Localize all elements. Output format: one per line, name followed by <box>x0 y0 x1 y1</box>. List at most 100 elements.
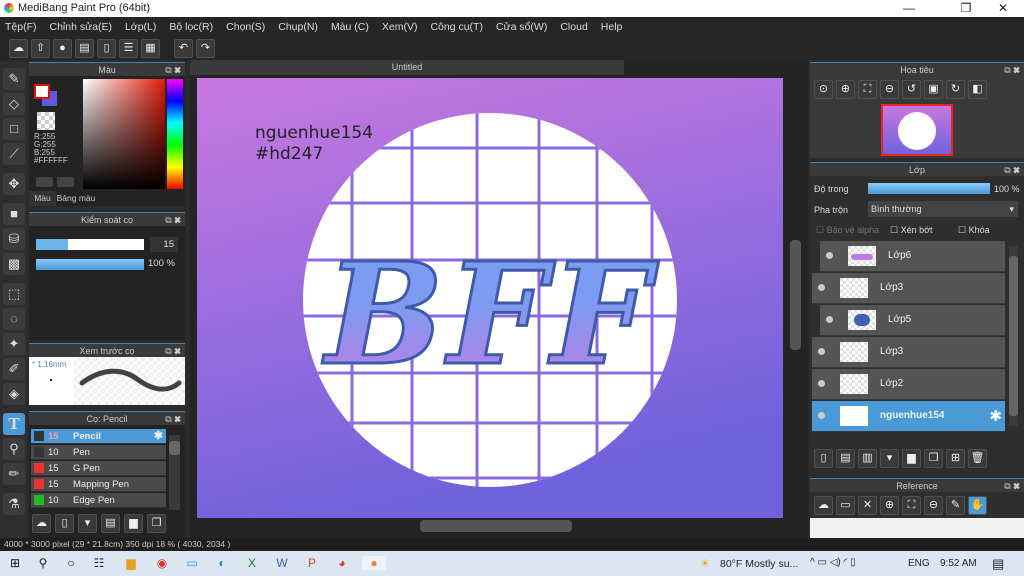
eye-icon[interactable] <box>818 380 825 387</box>
hand-icon[interactable]: ✋ <box>968 496 987 515</box>
eye-icon[interactable] <box>818 284 825 291</box>
menu-snap[interactable]: Chụp(N) <box>278 21 318 33</box>
message-icon[interactable]: ▤ <box>75 39 94 58</box>
select-eraser-icon[interactable]: ◈ <box>3 383 25 405</box>
protect-alpha-checkbox[interactable]: ☐ Bảo vệ alpha <box>816 225 879 236</box>
move-tool-icon[interactable]: ✥ <box>3 173 25 195</box>
cortana-icon[interactable]: ○ <box>64 556 78 570</box>
fit-icon[interactable]: ⛶ <box>858 80 877 99</box>
layer-item[interactable]: Lớp3 <box>812 337 1005 368</box>
menu-view[interactable]: Xem(V) <box>382 21 418 33</box>
close-icon[interactable]: ⧉ ✖ <box>165 63 181 77</box>
gear-icon[interactable]: ✱ <box>154 429 163 442</box>
palette-icon[interactable] <box>36 177 53 187</box>
duplicate-icon[interactable]: ❐ <box>147 514 166 533</box>
close-button[interactable]: ✕ <box>980 0 1024 17</box>
medibang-taskbar-icon[interactable]: ● <box>362 556 386 570</box>
new-halftone-layer-icon[interactable]: ▤ <box>836 449 855 468</box>
fill-rect-tool-icon[interactable]: ■ <box>3 203 25 225</box>
edge-icon[interactable]: ◐ <box>215 556 229 570</box>
menu-layer[interactable]: Lớp(L) <box>125 21 156 33</box>
grid-icon[interactable]: ▦ <box>141 39 160 58</box>
fit-icon[interactable]: ⛶ <box>902 496 921 515</box>
brush-opacity-slider[interactable] <box>36 259 144 270</box>
tray-icons[interactable]: ^ ▭ ◁) ◜ ▯ <box>810 557 856 568</box>
zoom-actual-icon[interactable]: ⊙ <box>814 80 833 99</box>
artwork-canvas[interactable]: nguenhue154 #hd247 BFF <box>197 78 783 518</box>
task-view-icon[interactable]: ☷ <box>92 556 106 570</box>
new-brush-icon[interactable]: ▯ <box>55 514 74 533</box>
menu-tools[interactable]: Công cụ(T) <box>430 21 483 33</box>
eraser-tool-icon[interactable]: ◇ <box>3 93 25 115</box>
layer-opacity-slider[interactable] <box>868 183 990 194</box>
brush-item-pencil[interactable]: 15 Pencil ✱ <box>31 429 166 444</box>
open-folder-icon[interactable]: ▭ <box>836 496 855 515</box>
new-layer-icon[interactable]: ▯ <box>814 449 833 468</box>
zoom-out-icon[interactable]: ⊖ <box>880 80 899 99</box>
layers-scrollbar[interactable] <box>1009 246 1018 426</box>
chrome-icon[interactable]: ◕ <box>335 556 349 570</box>
brush-item-edge-pen[interactable]: 10 Edge Pen <box>31 493 166 508</box>
magic-wand-icon[interactable]: ✦ <box>3 333 25 355</box>
eye-icon[interactable] <box>818 412 825 419</box>
comment-icon[interactable]: ● <box>53 39 72 58</box>
menu-file[interactable]: Tệp(F) <box>5 21 37 33</box>
lasso-tool-icon[interactable]: ◌ <box>3 308 25 330</box>
weather-text[interactable]: 80°F Mostly su... <box>720 558 798 570</box>
layer-item[interactable]: Lớp3 <box>812 273 1005 304</box>
navigator-thumbnail[interactable] <box>881 104 953 156</box>
minimize-button[interactable]: — <box>886 0 932 17</box>
redo-icon[interactable]: ↷ <box>196 39 215 58</box>
eyedropper-icon[interactable]: ✎ <box>946 496 965 515</box>
merge-layer-icon[interactable]: ⊞ <box>946 449 965 468</box>
language-indicator[interactable]: ENG <box>908 558 930 569</box>
list-icon[interactable]: ☰ <box>119 39 138 58</box>
primary-color-swatch[interactable] <box>34 84 50 99</box>
share-icon[interactable]: ⇧ <box>31 39 50 58</box>
eye-icon[interactable] <box>826 252 833 259</box>
select-tool-icon[interactable]: ⬚ <box>3 283 25 305</box>
cloud-download-icon[interactable]: ☁ <box>814 496 833 515</box>
menu-color[interactable]: Màu (C) <box>331 21 369 33</box>
menu-window[interactable]: Cửa sổ(W) <box>496 21 547 33</box>
folder-icon[interactable]: ▆ <box>902 449 921 468</box>
new-1bit-layer-icon[interactable]: ▥ <box>858 449 877 468</box>
saturation-value-picker[interactable] <box>83 79 165 189</box>
app-icon[interactable]: ◉ <box>155 556 169 570</box>
brush-size-value[interactable]: 15 <box>150 237 178 252</box>
delete-layer-icon[interactable]: 🗑 <box>968 449 987 468</box>
zoom-in-icon[interactable]: ⊕ <box>880 496 899 515</box>
horizontal-scrollbar[interactable] <box>420 520 572 532</box>
text-tool-icon[interactable]: T <box>3 413 25 435</box>
operation-tool-icon[interactable]: ⚲ <box>3 438 25 460</box>
gear-icon[interactable]: ✱ <box>989 407 1002 425</box>
close-icon[interactable]: ⧉ ✖ <box>1004 479 1020 493</box>
reference-view[interactable] <box>810 518 1024 538</box>
cloud-icon[interactable]: ☁ <box>9 39 28 58</box>
eye-icon[interactable] <box>818 348 825 355</box>
file-explorer-icon[interactable]: ▆ <box>124 556 138 570</box>
layer-item-selected[interactable]: nguenhue154 ✱ <box>812 401 1005 432</box>
brush-item-mapping-pen[interactable]: 15 Mapping Pen <box>31 477 166 492</box>
rotate-left-icon[interactable]: ↺ <box>902 80 921 99</box>
tab-color[interactable]: Màu <box>29 191 56 206</box>
close-icon[interactable]: ⧉ ✖ <box>1004 63 1020 77</box>
word-icon[interactable]: W <box>275 556 289 570</box>
brush-item-g-pen[interactable]: 15 G Pen <box>31 461 166 476</box>
menu-filter[interactable]: Bộ lọc(R) <box>169 21 213 33</box>
tab-palette[interactable]: Bảng màu <box>56 191 96 206</box>
rectangle-tool-icon[interactable]: □ <box>3 118 25 140</box>
hue-slider[interactable] <box>167 79 183 189</box>
close-reference-icon[interactable]: ✕ <box>858 496 877 515</box>
bucket-tool-icon[interactable]: ⛁ <box>3 228 25 250</box>
zoom-in-icon[interactable]: ⊕ <box>836 80 855 99</box>
zoom-out-icon[interactable]: ⊖ <box>924 496 943 515</box>
undo-icon[interactable]: ↶ <box>174 39 193 58</box>
dot-pen-icon[interactable]: ✏ <box>3 463 25 485</box>
clock[interactable]: 9:52 AM <box>940 558 977 569</box>
add-layer-menu-icon[interactable]: ▾ <box>880 449 899 468</box>
brush-size-slider[interactable] <box>36 239 144 250</box>
close-icon[interactable]: ⧉ ✖ <box>165 213 181 227</box>
close-icon[interactable]: ⧉ ✖ <box>165 344 181 358</box>
computer-icon[interactable]: ▭ <box>185 556 199 570</box>
